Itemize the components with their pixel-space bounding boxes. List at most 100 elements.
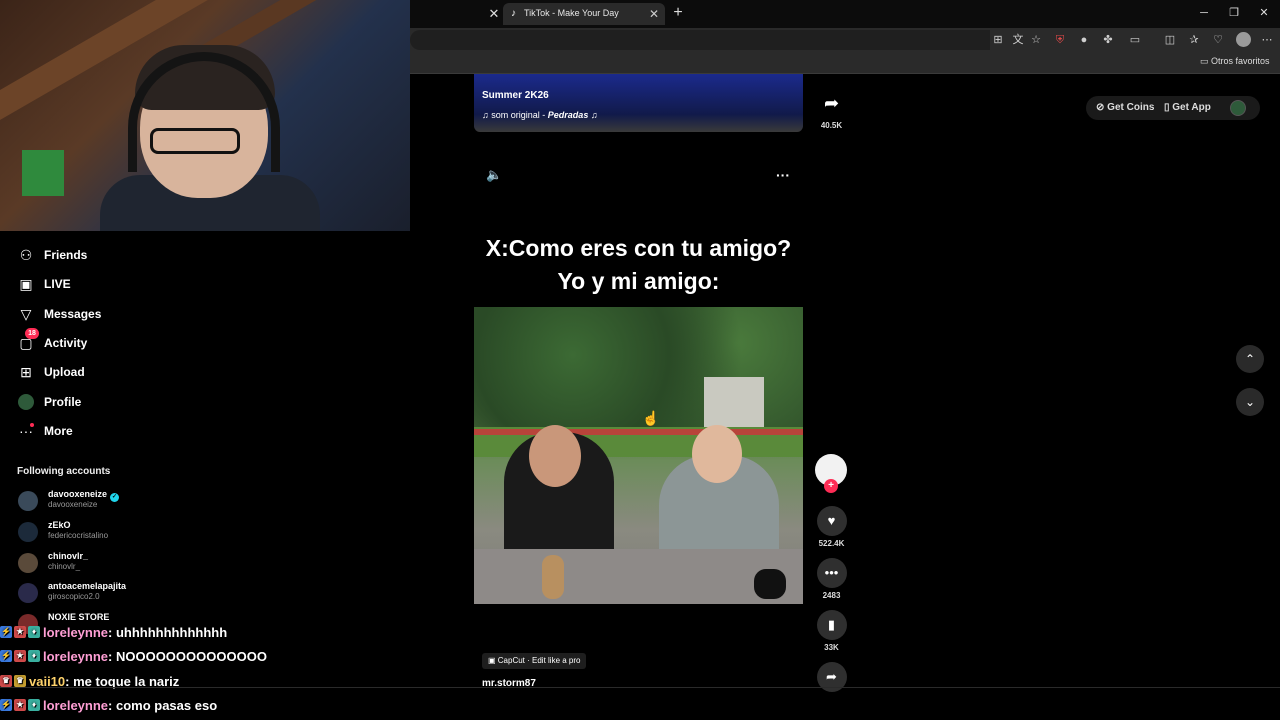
user-avatar[interactable] [1230, 100, 1246, 116]
divider [0, 687, 1280, 688]
other-favorites-folder[interactable]: ▭ Otros favoritos [1200, 56, 1270, 67]
streamer-webcam [0, 0, 410, 231]
previous-video-button[interactable]: ⌃ [1236, 345, 1264, 373]
notification-dot [30, 423, 34, 427]
folder-icon: ▭ [1200, 56, 1212, 66]
nav-label: Activity [44, 336, 88, 350]
chat-message: ⚡ ★ ♦ loreleynne : uhhhhhhhhhhhhh [0, 621, 227, 643]
share-count: 40.5K [820, 121, 843, 130]
share-icon: ➦ [823, 93, 840, 113]
cast-icon[interactable]: ▭ [1127, 32, 1143, 48]
capcut-tag[interactable]: ▣ CapCut · Edit like a pro [482, 653, 587, 669]
nav-live[interactable]: ▣ LIVE [17, 274, 70, 294]
account-handle: chinovlr_ [48, 562, 81, 571]
video-person-left-head [529, 425, 581, 487]
extension-icon[interactable]: ● [1076, 32, 1092, 48]
account-name: antoacemelapajita [48, 581, 127, 591]
nav-activity[interactable]: ▢ 18 Activity [17, 328, 88, 353]
account-handle: federicocristalino [48, 531, 109, 540]
close-window-button[interactable]: ✕ [1254, 5, 1274, 21]
video-caption: X:Como eres con tu amigo? Yo y mi amigo: [474, 232, 803, 298]
app-available-icon[interactable]: ⊞ [990, 32, 1006, 48]
get-coins-button[interactable]: ⊘ Get Coins [1096, 102, 1154, 113]
caption-line: Yo y mi amigo: [557, 268, 720, 294]
chat-username: loreleynne [43, 648, 109, 664]
extensions-puzzle-icon[interactable]: ✤ [1100, 32, 1116, 48]
volume-icon[interactable]: 🔈 [486, 167, 502, 183]
account-handle: giroscopico2.0 [48, 592, 100, 601]
avatar [18, 583, 38, 603]
chat-message: ⚡ ★ ♦ loreleynne : como pasas eso [0, 694, 217, 716]
live-icon: ▣ [19, 276, 33, 292]
minimize-button[interactable]: ─ [1194, 5, 1214, 21]
follow-plus-icon[interactable]: + [824, 479, 838, 493]
video-sound[interactable]: ♫ som original - Pedradas ♫ [482, 110, 598, 120]
following-account[interactable]: zEkO federicocristalino [18, 520, 218, 544]
favorites-icon[interactable]: ✰ [1186, 32, 1202, 48]
chevron-up-icon: ⌃ [1244, 352, 1256, 366]
caption-line: X:Como eres con tu amigo? [485, 235, 792, 261]
activity-icon: ▢ 18 [17, 328, 39, 352]
share-action-prev[interactable]: ➦ 40.5K [815, 88, 848, 130]
chat-badges: ⚡ ★ ♦ [0, 699, 40, 711]
comment-action[interactable]: ••• 2483 [815, 558, 848, 600]
like-count: 522.4K [818, 539, 845, 548]
video-person-right-head [692, 425, 742, 483]
following-account[interactable]: davooxeneize ✓ davooxeneize [18, 489, 218, 513]
translate-icon[interactable]: 文 [1010, 32, 1026, 48]
comment-icon: ••• [816, 558, 847, 588]
avatar [18, 553, 38, 573]
chat-username: loreleynne [43, 697, 109, 713]
tab-tiktok[interactable]: ♪ TikTok - Make Your Day ✕ [503, 3, 665, 25]
nav-friends[interactable]: ⚇ Friends [17, 245, 88, 265]
chat-text: : como pasas eso [108, 697, 218, 713]
video-player[interactable] [474, 307, 803, 604]
avatar [18, 491, 38, 511]
nav-more[interactable]: ··· More [17, 421, 73, 441]
restore-button[interactable]: ❐ [1224, 5, 1244, 21]
header-actions: ⊘ Get Coins ▯ Get App [1086, 96, 1260, 120]
browser-essentials-icon[interactable]: ♡ [1210, 32, 1226, 48]
heart-icon: ♥ [816, 506, 847, 536]
chat-message: ⚡ ★ ♦ loreleynne : NOOOOOOOOOOOOOO [0, 645, 267, 667]
upload-icon: ⊞ [20, 364, 32, 380]
chat-text: : NOOOOOOOOOOOOOO [108, 648, 267, 664]
previous-video-card[interactable]: Summer 2K26 ♫ som original - Pedradas ♫ [474, 74, 803, 132]
nav-messages[interactable]: ▽ Messages [17, 304, 102, 324]
video-cat-black [754, 569, 786, 599]
profile-icon [17, 393, 35, 411]
browser-profile-avatar[interactable] [1236, 32, 1251, 47]
capcut-icon: ▣ [488, 656, 498, 665]
account-handle: davooxeneize [48, 500, 98, 509]
nav-label: More [44, 424, 73, 438]
account-name: zEkO [48, 520, 71, 530]
close-tab-icon[interactable]: ✕ [486, 6, 502, 22]
new-tab-button[interactable]: + [670, 4, 686, 22]
following-account[interactable]: chinovlr_ chinovlr_ [18, 551, 218, 575]
nav-label: Friends [44, 248, 88, 262]
nav-label: Upload [44, 365, 85, 379]
split-screen-icon[interactable]: ◫ [1162, 32, 1178, 48]
video-description: Summer 2K26 [482, 90, 549, 101]
address-bar[interactable] [410, 30, 990, 50]
nav-label: Messages [44, 307, 102, 321]
nav-upload[interactable]: ⊞ Upload [17, 362, 85, 382]
settings-menu-icon[interactable]: ⋯ [1259, 32, 1275, 48]
get-app-button[interactable]: ▯ Get App [1164, 102, 1211, 113]
video-building [704, 377, 764, 427]
nav-profile[interactable]: Profile [17, 392, 81, 412]
creeper-figure [22, 150, 64, 196]
friends-icon: ⚇ [19, 247, 33, 263]
like-action[interactable]: ♥ 522.4K [815, 506, 848, 548]
music-note-icon: ♫ [588, 110, 598, 120]
music-note-icon: ♫ [482, 110, 492, 120]
favorite-star-icon[interactable]: ☆ [1028, 32, 1044, 48]
save-action[interactable]: ▮ 33K [815, 610, 848, 652]
avatar [18, 522, 38, 542]
extension-shield-icon[interactable]: ⛨ [1052, 32, 1068, 48]
more-options-icon[interactable]: ··· [774, 167, 792, 183]
next-video-button[interactable]: ⌄ [1236, 388, 1264, 416]
following-account[interactable]: antoacemelapajita giroscopico2.0 [18, 581, 218, 605]
close-tab-icon[interactable]: ✕ [647, 6, 661, 22]
chat-message: ♛ ♛ vaii10 : me toque la nariz [0, 670, 179, 692]
